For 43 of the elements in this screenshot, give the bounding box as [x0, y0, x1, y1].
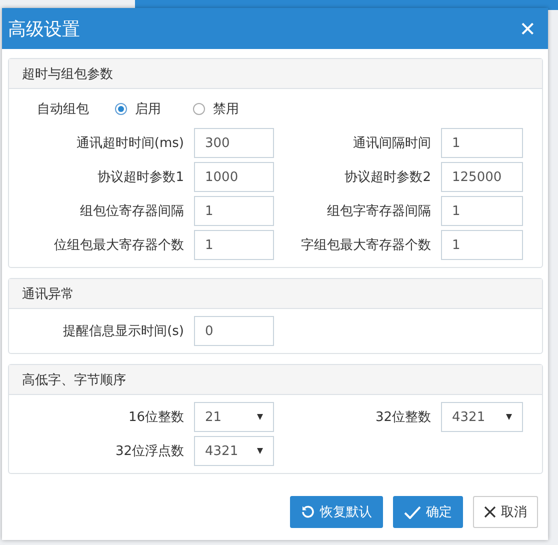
input-field[interactable]: 1	[441, 128, 523, 158]
window-title: 高级设置	[8, 18, 80, 40]
panel-header: 高低字、字节顺序	[9, 365, 542, 395]
dropdown[interactable]: 21	[194, 402, 274, 432]
input-field[interactable]: 1	[441, 196, 523, 226]
caret-icon	[257, 448, 263, 454]
dialog-button[interactable]: 恢复默认	[290, 496, 383, 528]
check-icon	[404, 506, 421, 518]
input-field[interactable]: 1000	[194, 162, 274, 192]
dialog-button[interactable]: 确定	[393, 496, 463, 528]
field-label: 组包位寄存器间隔	[79, 203, 184, 220]
field-label: 组包字寄存器间隔	[326, 203, 431, 220]
radio-button[interactable]	[115, 103, 127, 115]
dialog-button[interactable]: 取消	[473, 496, 538, 528]
radio-button[interactable]	[193, 103, 205, 115]
input-field[interactable]: 1	[441, 230, 523, 260]
radio-label: 启用	[135, 101, 161, 118]
field-label: 提醒信息显示时间(s)	[62, 323, 184, 340]
dropdown[interactable]: 4321	[194, 436, 274, 466]
dropdown[interactable]: 4321	[441, 402, 523, 432]
close-button[interactable]: ✕	[515, 16, 540, 40]
field-label: 协议超时参数1	[96, 169, 184, 186]
input-field[interactable]: 300	[194, 128, 274, 158]
field-label: 通讯超时时间(ms)	[75, 135, 184, 152]
field-label: 16位整数	[127, 409, 184, 426]
field-label: 位组包最大寄存器个数	[53, 237, 184, 254]
radio-label: 禁用	[213, 101, 239, 118]
caret-icon	[257, 414, 263, 420]
input-field[interactable]: 0	[194, 316, 274, 346]
panel-header: 通讯异常	[9, 279, 542, 309]
field-label: 32位整数	[374, 409, 431, 426]
input-field[interactable]: 1	[194, 196, 274, 226]
field-label: 字组包最大寄存器个数	[300, 237, 431, 254]
close-icon	[484, 506, 496, 518]
field-label: 自动组包	[37, 101, 90, 118]
field-label: 通讯间隔时间	[352, 135, 431, 152]
undo-icon	[301, 505, 315, 519]
input-field[interactable]: 1	[194, 230, 274, 260]
caret-icon	[506, 414, 512, 420]
panel-header: 超时与组包参数	[9, 59, 542, 89]
field-label: 32位浮点数	[114, 443, 184, 460]
field-label: 协议超时参数2	[344, 169, 431, 186]
input-field[interactable]: 125000	[441, 162, 523, 192]
